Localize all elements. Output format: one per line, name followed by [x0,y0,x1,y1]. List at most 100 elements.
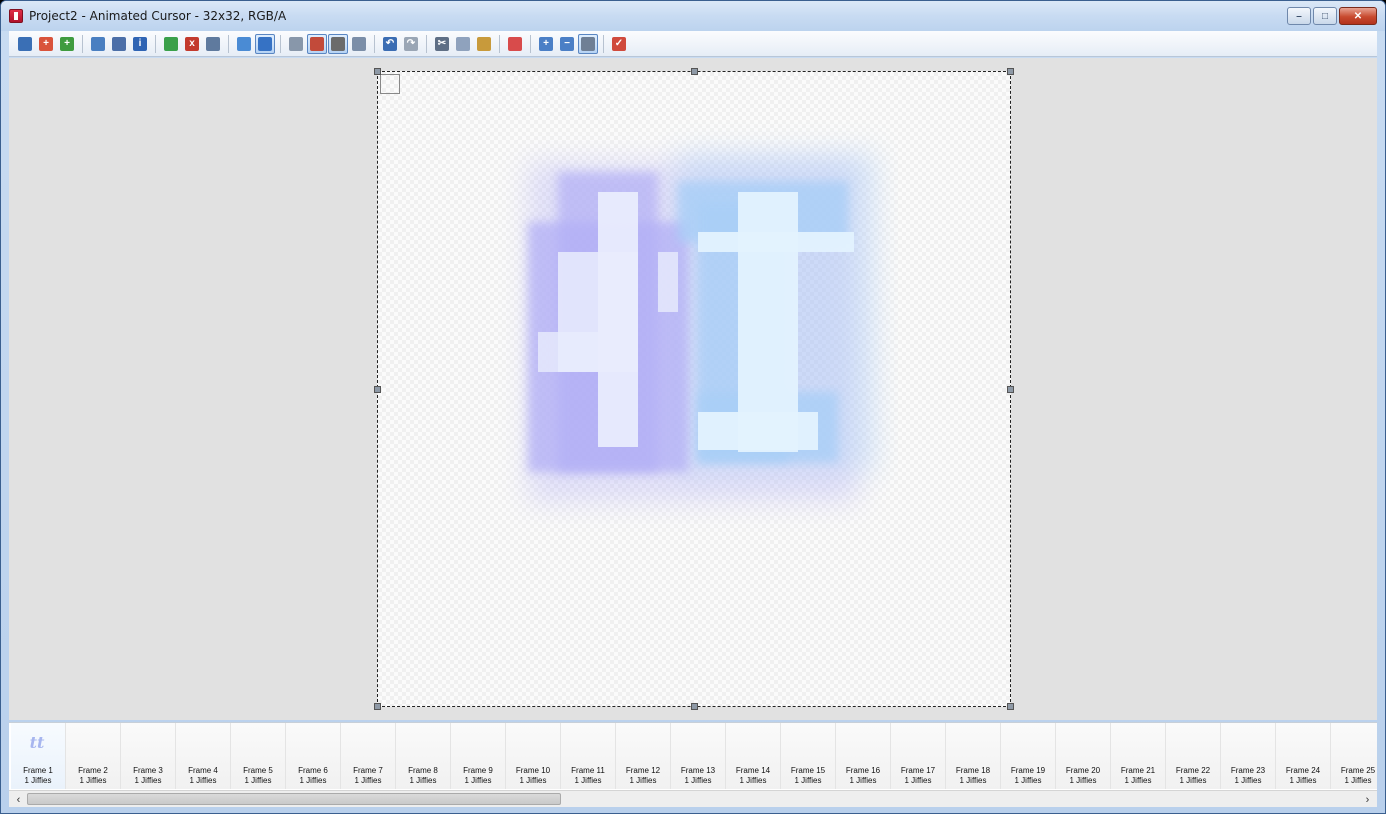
zoom-in-button[interactable]: + [536,34,556,54]
frame-thumbnail[interactable]: Frame 22 1 Jiffies [1166,723,1221,789]
resize-handle-top-right[interactable] [1007,68,1014,75]
frame-thumbnail[interactable]: Frame 19 1 Jiffies [1001,723,1056,789]
frame-duration: 1 Jiffies [1234,776,1262,785]
frame-thumbnail[interactable]: Frame 61 Jiffies [286,723,341,789]
frame-duration: 1 Jiffies [684,776,712,785]
new-frame-icon: + [60,36,74,51]
scroll-right-button[interactable]: › [1359,792,1376,807]
new-frame-button[interactable]: + [57,34,77,54]
frame-thumbnail[interactable]: Frame 10 1 Jiffies [506,723,561,789]
frame-duration: 1 Jiffies [189,776,217,785]
frame-duration: 1 Jiffies [409,776,437,785]
frame-duration: 1 Jiffies [519,776,547,785]
minimize-button[interactable]: – [1287,7,1311,25]
delete-frame-icon: x [185,36,199,51]
frame-name: Frame 20 [1065,766,1101,775]
redo-button[interactable]: ↷ [401,34,421,54]
image-properties-button[interactable] [109,34,129,54]
frame-name: Frame 12 [625,766,661,775]
frame-thumbnail[interactable]: Frame 15 1 Jiffies [781,723,836,789]
toolbar-separator [374,34,375,53]
transparency-button[interactable] [328,33,348,54]
frame-thumbnail[interactable]: Frame 24 1 Jiffies [1276,723,1331,789]
preview-button[interactable] [349,34,369,54]
hotspot-button[interactable] [255,33,275,54]
maximize-button[interactable]: □ [1313,7,1337,25]
frame-thumbnail[interactable]: Frame 16 1 Jiffies [836,723,891,789]
scrollbar-thumb[interactable] [27,793,561,805]
frame-name: Frame 18 [955,766,991,775]
resize-handle-bottom[interactable] [691,703,698,710]
frame-name: Frame 23 [1230,766,1266,775]
resize-handle-bottom-left[interactable] [374,703,381,710]
frame-thumbnail[interactable]: tt Frame 11 Jiffies [11,723,66,789]
frame-name: Frame 10 [515,766,551,775]
frame-thumbnail[interactable]: Frame 25 1 Jiffies [1331,723,1377,789]
palette-button[interactable] [505,34,525,54]
frame-thumbnail[interactable]: Frame 17 1 Jiffies [891,723,946,789]
frame-name: Frame 8 [408,766,438,775]
frame-thumbnail[interactable]: Frame 14 1 Jiffies [726,723,781,789]
frame-name: Frame 6 [298,766,328,775]
apply-button[interactable]: ✓ [609,34,629,54]
frame-thumbnail[interactable]: Frame 21 Jiffies [66,723,121,789]
toolbar: + + i x ↶ ↷ ✂ + − ✓ [9,31,1377,57]
window-controls: – □ ✕ [1287,7,1377,25]
frame-thumbnail[interactable]: Frame 23 1 Jiffies [1221,723,1276,789]
delete-frame-button[interactable]: x [182,34,202,54]
zoom-out-button[interactable]: − [557,34,577,54]
frame-thumbnail[interactable]: Frame 41 Jiffies [176,723,231,789]
frame-name: Frame 13 [680,766,716,775]
frame-duration: 1 Jiffies [574,776,602,785]
info-button[interactable]: i [130,34,150,54]
frame-thumbnail[interactable]: Frame 21 1 Jiffies [1111,723,1166,789]
background-button[interactable] [307,33,327,54]
frame-strip-scrollbar[interactable]: ‹ › [9,790,1377,807]
resize-handle-left[interactable] [374,386,381,393]
frame-duration: 1 Jiffies [79,776,107,785]
resize-handle-right[interactable] [1007,386,1014,393]
resize-handle-bottom-right[interactable] [1007,703,1014,710]
image-canvas[interactable] [374,68,1014,710]
new-image-button[interactable]: + [36,34,56,54]
test-cursor-button[interactable] [234,34,254,54]
paste-button[interactable] [474,34,494,54]
frame-thumbnail[interactable]: Frame 18 1 Jiffies [946,723,1001,789]
resize-handle-top[interactable] [691,68,698,75]
frame-name: Frame 16 [845,766,881,775]
frame-name: Frame 14 [735,766,771,775]
copy-frame-button[interactable] [88,34,108,54]
resize-handle-top-left[interactable] [374,68,381,75]
palette-icon [508,36,522,51]
frame-thumbnail[interactable]: Frame 12 1 Jiffies [616,723,671,789]
frame-duration: 1 Jiffies [1289,776,1317,785]
frame-thumbnail[interactable]: Frame 11 1 Jiffies [561,723,616,789]
frame-duration: 1 Jiffies [244,776,272,785]
frame-thumbnail[interactable]: Frame 81 Jiffies [396,723,451,789]
title-bar[interactable]: Project2 - Animated Cursor - 32x32, RGB/… [1,1,1385,31]
hotspot-marker[interactable] [380,74,400,94]
paste-icon [477,36,491,51]
scroll-left-button[interactable]: ‹ [10,792,27,807]
frame-name: Frame 17 [900,766,936,775]
cut-button[interactable]: ✂ [432,34,452,54]
undo-button[interactable]: ↶ [380,34,400,54]
frame-thumbnail[interactable]: Frame 31 Jiffies [121,723,176,789]
grid-icon [289,36,303,51]
frame-thumbnail[interactable]: Frame 20 1 Jiffies [1056,723,1111,789]
timer-button[interactable] [203,34,223,54]
grid-button[interactable] [286,34,306,54]
close-button[interactable]: ✕ [1339,7,1377,25]
image-properties-icon [112,36,126,51]
frame-thumbnail[interactable]: Frame 51 Jiffies [231,723,286,789]
insert-frame-icon [164,36,178,51]
frame-thumbnail[interactable]: Frame 13 1 Jiffies [671,723,726,789]
frame-thumbnail[interactable]: Frame 71 Jiffies [341,723,396,789]
edit-tools-button[interactable] [578,33,598,54]
insert-frame-button[interactable] [161,34,181,54]
copy-button[interactable] [453,34,473,54]
save-button[interactable] [15,34,35,54]
copy-icon [456,36,470,51]
frame-thumbnail[interactable]: Frame 91 Jiffies [451,723,506,789]
cut-icon: ✂ [435,36,449,51]
